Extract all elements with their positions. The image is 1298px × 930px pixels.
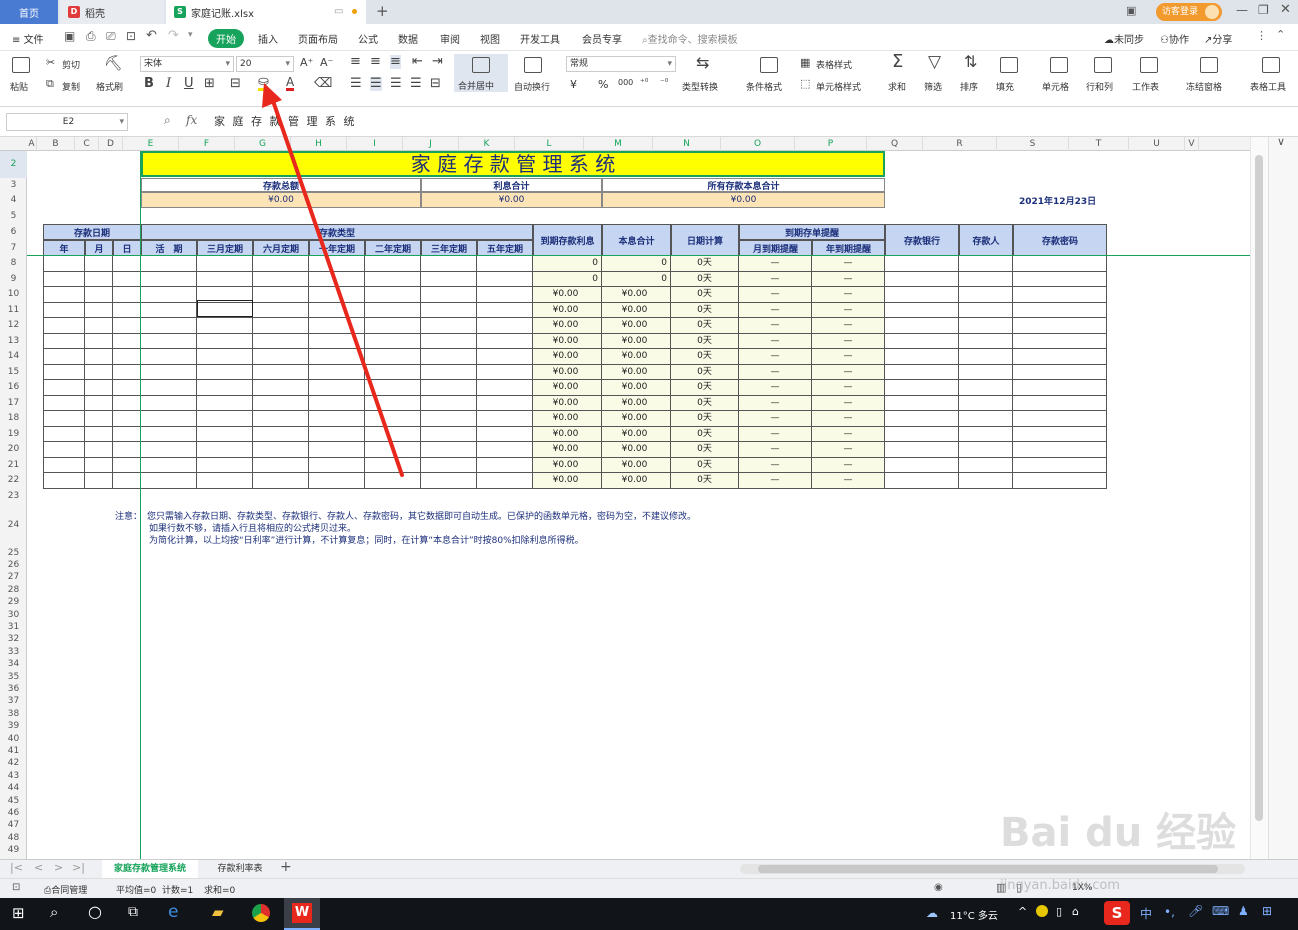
arrow-shaft	[270, 96, 404, 477]
wps-spreadsheet-window: 首页 D 稻壳 S 家庭记账.xlsx ▭ + ▣ 访客登录 — ❐ ✕ ≡ 文件 …	[0, 0, 1298, 930]
annotation-arrow	[262, 83, 404, 477]
arrow-head	[262, 83, 282, 108]
